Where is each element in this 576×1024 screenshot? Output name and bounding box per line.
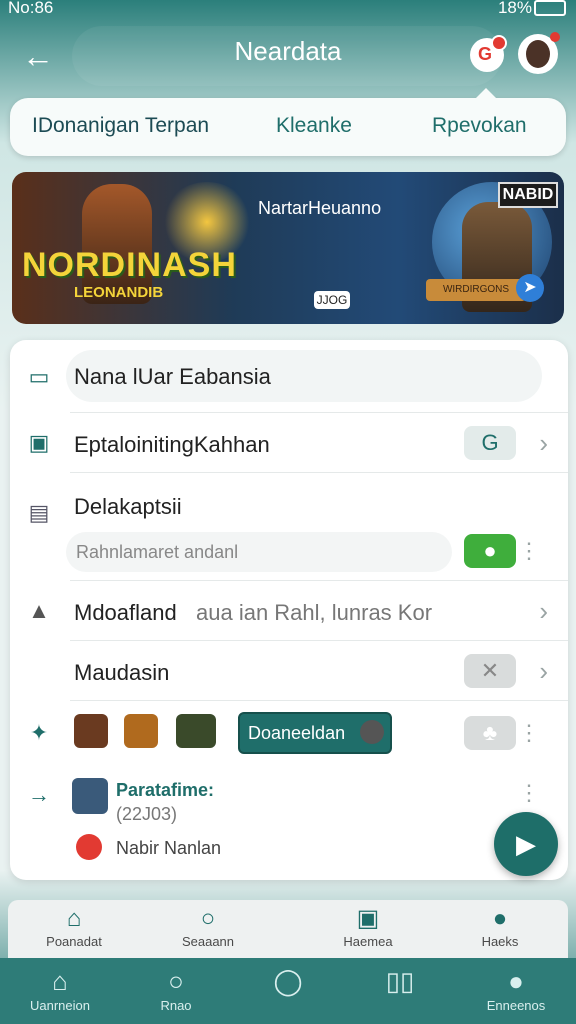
- list-item-3[interactable]: ▲ Mdoafland aua ian Rahl, lunras Kor ›: [10, 582, 568, 640]
- home-icon: ⌂: [66, 905, 82, 932]
- shuffle-button[interactable]: ✕: [464, 654, 516, 688]
- list-item-6[interactable]: → Paratafime: (22J03) Nabir Nanlan ⋮: [10, 772, 568, 872]
- sys-nav-home[interactable]: ⌂ Uanrneion: [10, 964, 110, 1013]
- notification-badge: [491, 35, 507, 51]
- recents-icon: ▯▯: [385, 966, 415, 996]
- profile-avatar[interactable]: [518, 32, 560, 74]
- list-item-2[interactable]: ▤ Delakaptsii Rahnlamaret andanl ● ⋮: [10, 474, 568, 580]
- controller-button[interactable]: ♣: [464, 716, 516, 750]
- list-item-1[interactable]: ▣ EptaloinitingKahhan G ›: [10, 414, 568, 472]
- battery-icon: [534, 0, 566, 16]
- divider: [70, 700, 568, 701]
- list-item-4[interactable]: Maudasin ✕ ›: [10, 642, 568, 700]
- divider: [70, 472, 568, 473]
- list-item-5[interactable]: ✦ Doaneeldan ♣ ⋮: [10, 702, 568, 766]
- bell-icon: ▲: [28, 598, 50, 623]
- profile-thumbnail: [72, 778, 108, 814]
- sys-nav-chat[interactable]: ○ Rnao: [126, 964, 226, 1013]
- nav-item-profile[interactable]: ● Haeks: [450, 904, 550, 949]
- tab-1[interactable]: Kleanke: [276, 114, 352, 138]
- list-item-2-subtext: Rahnlamaret andanl: [76, 542, 239, 562]
- avatar-image: [526, 40, 550, 68]
- status-time: No:86: [8, 0, 54, 17]
- red-dot-icon: [76, 834, 102, 860]
- banner-subtitle: LEONANDIB: [74, 284, 164, 301]
- sys-nav-label: Rnao: [160, 998, 192, 1013]
- sparkle-icon: ✦: [29, 720, 49, 745]
- briefcase-icon: ▣: [356, 905, 380, 932]
- nav-label: Haeks: [481, 934, 519, 949]
- game-thumbnail-3[interactable]: [176, 714, 216, 748]
- tab-bar: IDonanigan Terpan Kleanke Rpevokan: [10, 88, 566, 156]
- status-battery-text: 18%: [497, 0, 532, 17]
- system-navigation: ⌂ Uanrneion ○ Rnao ◯ ▯▯ ● Enneenos: [0, 958, 576, 1024]
- card-icon: ▣: [28, 430, 50, 455]
- play-fab[interactable]: ▶: [494, 812, 558, 876]
- game-thumbnail-2[interactable]: [124, 714, 158, 748]
- nav-label: Poanadat: [46, 934, 102, 949]
- more-options-icon[interactable]: ⋮: [518, 720, 540, 746]
- google-icon: G: [478, 44, 493, 64]
- tab-0[interactable]: IDonanigan Terpan: [32, 114, 209, 138]
- banner-chip: JJOG: [314, 291, 350, 309]
- user-icon: ●: [508, 966, 524, 996]
- divider: [70, 640, 568, 641]
- sys-nav-profile[interactable]: ● Enneenos: [466, 964, 566, 1013]
- list-item-2-label: Delakaptsii: [74, 494, 182, 519]
- sys-nav-circle[interactable]: ◯: [238, 964, 338, 998]
- home-icon: ⌂: [52, 966, 68, 996]
- menu-list: ▭ Nana lUar Eabansia ▣ EptaloinitingKahh…: [10, 340, 568, 880]
- nav-item-home[interactable]: ⌂ Poanadat: [24, 904, 124, 949]
- list-item-3-secondary: aua ian Rahl, lunras Kor: [196, 600, 433, 625]
- nav-label: Haemea: [343, 934, 393, 949]
- nav-item-shop[interactable]: ▣ Haemea: [318, 904, 418, 949]
- search-row[interactable]: ▭ Nana lUar Eabansia: [10, 350, 568, 410]
- sys-nav-recents[interactable]: ▯▯: [350, 964, 450, 998]
- google-badge[interactable]: G: [464, 426, 516, 460]
- chevron-right-icon: ›: [539, 428, 548, 458]
- search-label: Nana lUar Eabansia: [74, 364, 271, 389]
- more-options-icon[interactable]: ⋮: [518, 780, 540, 806]
- download-button-label: Doaneeldan: [248, 723, 346, 743]
- tab-2[interactable]: Rpevokan: [432, 114, 527, 138]
- notification-button[interactable]: G: [470, 35, 507, 72]
- circle-icon: ◯: [273, 966, 303, 996]
- sys-nav-label: Enneenos: [486, 998, 546, 1013]
- message-icon: ▭: [28, 364, 50, 389]
- banner-badge: NABID: [498, 182, 558, 208]
- user-icon: ●: [492, 905, 508, 932]
- folder-icon: ▤: [28, 500, 50, 525]
- status-bar: No:86 18%: [0, 0, 576, 22]
- list-item-1-label: EptaloinitingKahhan: [74, 432, 270, 457]
- search-icon: ○: [200, 905, 216, 932]
- nav-label: Seaaann: [181, 934, 235, 949]
- chevron-right-icon: ›: [539, 596, 548, 626]
- avatar-badge: [550, 32, 560, 42]
- list-item-6-footer: Nabir Nanlan: [116, 838, 222, 858]
- banner-title: NORDINASH: [22, 246, 237, 284]
- banner-caption: NartarHeuanno: [258, 198, 382, 218]
- gauge-icon: [360, 720, 384, 744]
- list-item-4-label: Maudasin: [74, 660, 170, 685]
- chevron-right-icon: ›: [539, 656, 548, 686]
- more-options-icon[interactable]: ⋮: [518, 538, 540, 564]
- list-item-6-subtitle: (22J03): [116, 804, 178, 824]
- banner-arrow-icon[interactable]: ➤: [516, 274, 544, 302]
- arrow-right-icon: →: [28, 782, 50, 807]
- divider: [70, 580, 568, 581]
- nav-item-search[interactable]: ○ Seaaann: [158, 904, 258, 949]
- app-header: ← Neardata G: [0, 22, 576, 92]
- toggle-button[interactable]: ●: [464, 534, 516, 568]
- list-item-3-label: Mdoafland: [74, 600, 177, 625]
- sys-nav-label: Uanrneion: [30, 998, 90, 1013]
- divider: [70, 412, 568, 413]
- banner-ribbon: WIRDIRGONS: [426, 279, 526, 301]
- game-thumbnail-1[interactable]: [74, 714, 108, 748]
- chat-icon: ○: [168, 966, 184, 996]
- bottom-navigation: ⌂ Poanadat ○ Seaaann ▣ Haemea ● Haeks: [8, 900, 568, 958]
- download-button[interactable]: Doaneeldan: [238, 712, 392, 754]
- list-item-6-title: Paratafime:: [116, 780, 215, 800]
